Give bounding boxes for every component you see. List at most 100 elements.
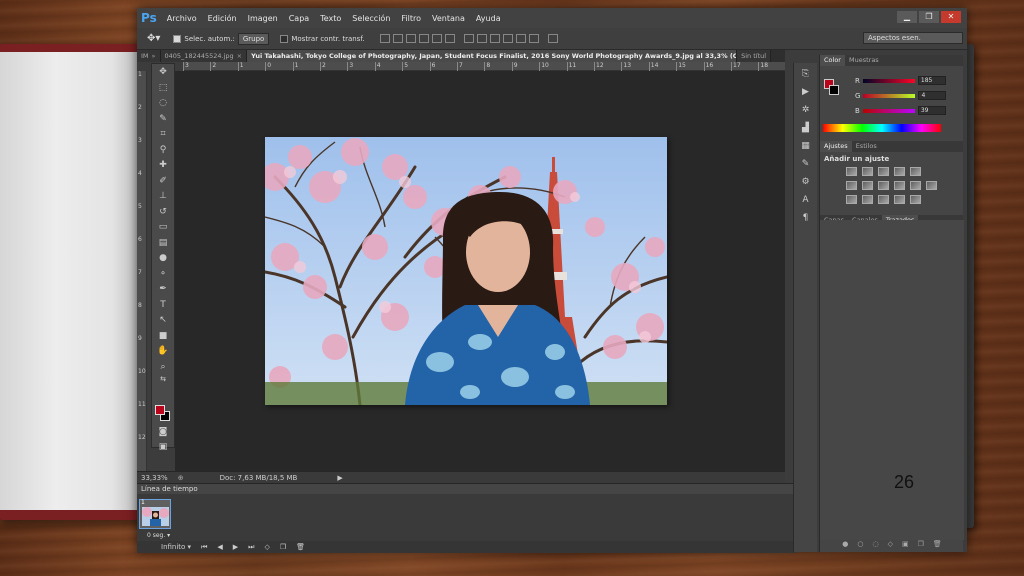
- screen-mode-icon[interactable]: ▣: [155, 440, 171, 454]
- tab-sin-titulo[interactable]: Sin títul: [737, 50, 772, 62]
- path-select-tool-icon[interactable]: ↖: [155, 313, 171, 327]
- distribute-hcenter-icon[interactable]: [515, 34, 526, 43]
- photo-filter-icon[interactable]: [894, 181, 905, 190]
- history-brush-tool-icon[interactable]: ↺: [155, 205, 171, 219]
- load-selection-icon[interactable]: ◌: [872, 540, 878, 552]
- duplicate-frame-icon[interactable]: ❐: [280, 543, 286, 551]
- minimize-button[interactable]: ▁: [897, 11, 917, 23]
- add-mask-icon[interactable]: ▣: [902, 540, 909, 552]
- histogram-panel-icon[interactable]: ▟: [800, 123, 812, 135]
- distribute-bottom-icon[interactable]: [489, 34, 500, 43]
- align-bottom-icon[interactable]: [405, 34, 416, 43]
- auto-select-dropdown[interactable]: Grupo: [237, 32, 270, 45]
- align-right-icon[interactable]: [444, 34, 455, 43]
- blur-tool-icon[interactable]: ●: [155, 251, 171, 265]
- align-hcenter-icon[interactable]: [431, 34, 442, 43]
- info-panel-icon[interactable]: ▦: [800, 141, 812, 153]
- distribute-left-icon[interactable]: [502, 34, 513, 43]
- new-path-icon[interactable]: ❐: [918, 540, 924, 552]
- stroke-path-icon[interactable]: ○: [857, 540, 863, 552]
- color-bg-swatch[interactable]: [829, 85, 839, 95]
- tab-close-icon[interactable]: ×: [237, 52, 242, 60]
- vibrance-icon[interactable]: [910, 167, 921, 176]
- crop-tool-icon[interactable]: ⌗: [155, 127, 171, 141]
- tab-color[interactable]: Color: [820, 55, 845, 66]
- next-frame-icon[interactable]: ⏭: [248, 543, 254, 552]
- make-work-path-icon[interactable]: ◇: [888, 540, 893, 552]
- brush-tool-icon[interactable]: ✐: [155, 174, 171, 188]
- actions-panel-icon[interactable]: ▶: [800, 87, 812, 99]
- channel-b-value[interactable]: 39: [917, 106, 946, 115]
- brush-panel-icon[interactable]: ✎: [800, 159, 812, 171]
- clone-stamp-tool-icon[interactable]: ⊥: [155, 189, 171, 203]
- menu-edicion[interactable]: Edición: [208, 14, 237, 23]
- lasso-tool-icon[interactable]: ◌: [155, 96, 171, 110]
- quick-select-tool-icon[interactable]: ✎: [155, 112, 171, 126]
- shape-tool-icon[interactable]: ■: [155, 329, 171, 343]
- menu-archivo[interactable]: Archivo: [167, 14, 197, 23]
- channel-g-slider[interactable]: [863, 93, 916, 98]
- swap-colors-icon[interactable]: ⇆: [155, 375, 171, 383]
- menu-seleccion[interactable]: Selección: [352, 14, 390, 23]
- menu-capa[interactable]: Capa: [289, 14, 309, 23]
- exposure-icon[interactable]: [894, 167, 905, 176]
- timeline-frame[interactable]: 1: [139, 499, 171, 529]
- first-frame-icon[interactable]: ⏮: [201, 543, 207, 552]
- restore-button[interactable]: ❐: [919, 11, 939, 23]
- threshold-icon[interactable]: [878, 195, 889, 204]
- selective-color-icon[interactable]: [910, 195, 921, 204]
- brightness-contrast-icon[interactable]: [846, 167, 857, 176]
- zoom-tool-icon[interactable]: ⌕: [155, 360, 171, 374]
- tab-overflow-icon[interactable]: »: [152, 52, 156, 60]
- zoom-level[interactable]: 33,33%: [141, 474, 168, 482]
- distribute-vcenter-icon[interactable]: [476, 34, 487, 43]
- workspace-dropdown[interactable]: Aspectos esen.: [863, 32, 963, 44]
- delete-path-icon[interactable]: 🗑: [933, 540, 942, 552]
- status-icon[interactable]: ⊕: [178, 474, 184, 482]
- color-lookup-icon[interactable]: [926, 181, 937, 190]
- tab-estilos[interactable]: Estilos: [852, 141, 881, 152]
- tab-active-document[interactable]: Yui Takahashi, Tokyo College of Photogra…: [247, 50, 738, 62]
- posterize-icon[interactable]: [862, 195, 873, 204]
- settings-panel-icon[interactable]: ✲: [800, 105, 812, 117]
- levels-icon[interactable]: [862, 167, 873, 176]
- gradient-map-icon[interactable]: [894, 195, 905, 204]
- gradient-tool-icon[interactable]: ▤: [155, 236, 171, 250]
- move-tool-preset-icon[interactable]: ✥▾: [147, 33, 160, 44]
- menu-texto[interactable]: Texto: [320, 14, 341, 23]
- eraser-tool-icon[interactable]: ▭: [155, 220, 171, 234]
- hand-tool-icon[interactable]: ✋: [155, 344, 171, 358]
- channel-mixer-icon[interactable]: [910, 181, 921, 190]
- marquee-tool-icon[interactable]: ⬚: [155, 81, 171, 95]
- status-menu-arrow-icon[interactable]: ▶: [337, 474, 342, 482]
- tab-im[interactable]: IM»: [137, 50, 161, 62]
- auto-select-checkbox[interactable]: [173, 34, 182, 43]
- tween-icon[interactable]: ◇: [264, 543, 269, 551]
- menu-filtro[interactable]: Filtro: [401, 14, 421, 23]
- distribute-right-icon[interactable]: [528, 34, 539, 43]
- dodge-tool-icon[interactable]: ⚬: [155, 267, 171, 281]
- menu-ayuda[interactable]: Ayuda: [476, 14, 501, 23]
- type-tool-icon[interactable]: T: [155, 298, 171, 312]
- eyedropper-tool-icon[interactable]: ⚲: [155, 143, 171, 157]
- auto-align-icon[interactable]: [547, 34, 558, 43]
- black-white-icon[interactable]: [878, 181, 889, 190]
- delete-frame-icon[interactable]: 🗑: [296, 543, 305, 551]
- foreground-color-swatch[interactable]: [155, 405, 165, 415]
- menu-ventana[interactable]: Ventana: [432, 14, 465, 23]
- align-left-icon[interactable]: [418, 34, 429, 43]
- frame-delay[interactable]: 0 seg. ▾: [147, 532, 170, 539]
- play-icon[interactable]: ▶: [233, 543, 238, 551]
- channel-r-value[interactable]: 185: [917, 76, 946, 85]
- tab-ajustes[interactable]: Ajustes: [820, 141, 852, 152]
- align-top-icon[interactable]: [379, 34, 390, 43]
- paragraph-panel-icon[interactable]: ¶: [800, 213, 812, 225]
- pen-tool-icon[interactable]: ✒: [155, 282, 171, 296]
- quick-mask-icon[interactable]: ◙: [155, 425, 171, 439]
- document-photo[interactable]: [265, 137, 667, 405]
- tab-muestras[interactable]: Muestras: [845, 55, 883, 66]
- channel-r-slider[interactable]: [862, 78, 915, 83]
- clone-source-icon[interactable]: ⚙: [800, 177, 812, 189]
- prev-frame-icon[interactable]: ◀: [217, 543, 222, 551]
- channel-g-value[interactable]: 4: [918, 91, 947, 100]
